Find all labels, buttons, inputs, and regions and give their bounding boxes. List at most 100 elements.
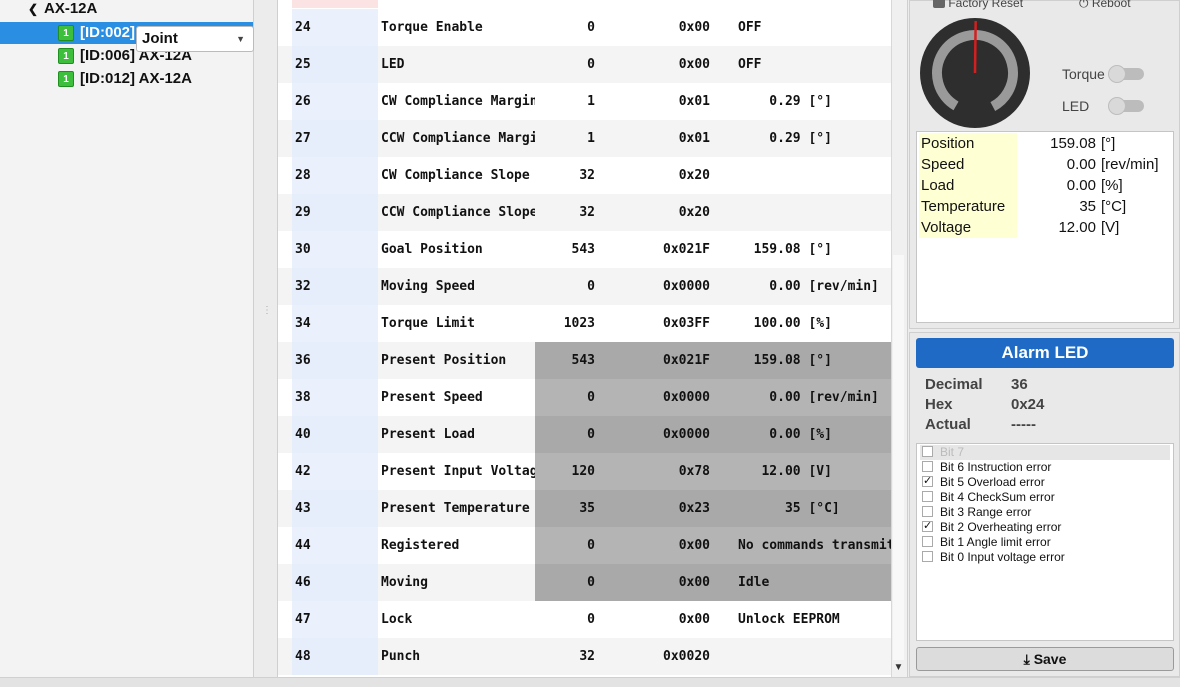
cell-decimal: 0 [587, 390, 595, 405]
alarm-bit-checkbox[interactable] [922, 506, 933, 517]
cell-hex: 0x0000 [663, 390, 710, 405]
tree-item-id012[interactable]: 1 [ID:012] AX-12A [0, 68, 253, 90]
cell-address: 44 [292, 527, 378, 564]
mode-select[interactable]: Joint ▼ [136, 26, 254, 52]
torque-toggle[interactable] [1108, 65, 1144, 83]
alarm-bit-row[interactable]: ✓ Bit 5 Overload error [920, 475, 1170, 490]
alarm-bit-checkbox[interactable] [922, 491, 933, 502]
scroll-down-arrow-icon[interactable]: ▼ [891, 660, 906, 675]
alarm-bit-checkbox[interactable] [922, 536, 933, 547]
table-row[interactable]: 34 Torque Limit 1023 0x03FF 100.00 [%] [278, 305, 893, 342]
alarm-bit-row[interactable]: Bit 0 Input voltage error [920, 550, 1170, 565]
download-icon: ⤓ [1023, 651, 1030, 667]
position-dial[interactable] [919, 17, 1031, 129]
alarm-bit-checkbox[interactable] [922, 461, 933, 472]
cell-actual: Idle [738, 575, 770, 590]
cell-decimal: 543 [571, 353, 595, 368]
status-row-voltage: Voltage 12.00 [V] [919, 217, 1173, 238]
table-row[interactable]: 38 Present Speed 0 0x0000 0.00 [rev/min] [278, 379, 893, 416]
cell-address: 24 [292, 9, 378, 46]
reboot-label: Reboot [1091, 0, 1131, 10]
status-key: Speed [919, 154, 1017, 175]
status-row-position: Position 159.08 [°] [919, 133, 1173, 154]
alarm-bit-label: Bit 3 Range error [940, 505, 1032, 519]
table-row[interactable]: 27 CCW Compliance Margin 1 0x01 0.29 [°] [278, 120, 893, 157]
table-row[interactable]: 32 Moving Speed 0 0x0000 0.00 [rev/min] [278, 268, 893, 305]
cell-actual: 0.00 [rev/min] [738, 279, 879, 294]
cell-name: CCW Compliance Slope [381, 205, 535, 220]
led-toggle[interactable] [1108, 97, 1144, 115]
cell-decimal: 0 [587, 20, 595, 35]
cell-name: Goal Position [381, 242, 483, 257]
table-row[interactable]: 48 Punch 32 0x0020 [278, 638, 893, 675]
tree-item-label: [ID:012] AX-12A [80, 70, 192, 87]
alarm-bit-row[interactable]: Bit 7 [920, 445, 1170, 460]
tree-group-ax12a[interactable]: ❮ AX-12A [28, 0, 228, 20]
status-unit: [rev/min] [1101, 156, 1159, 173]
alarm-bit-checkbox[interactable] [922, 446, 933, 457]
factory-reset-icon [933, 0, 945, 8]
chevron-down-icon[interactable]: ❮ [28, 0, 38, 20]
alarm-bit-row[interactable]: ✓ Bit 2 Overheating error [920, 520, 1170, 535]
status-value: 0.00 [1066, 156, 1096, 173]
cell-actual: 12.00 [V] [738, 464, 832, 479]
chevron-down-icon: ▼ [236, 34, 245, 44]
cell-actual: No commands transmit… [738, 538, 893, 553]
cell-actual: 0.29 [°] [738, 94, 832, 109]
cell-actual: 0.00 [%] [738, 427, 832, 442]
alarm-bit-row[interactable]: Bit 4 CheckSum error [920, 490, 1170, 505]
table-row[interactable]: 30 Goal Position 543 0x021F 159.08 [°] [278, 231, 893, 268]
cell-actual: 0.29 [°] [738, 131, 832, 146]
cell-name: CW Compliance Slope [381, 168, 530, 183]
cell-hex: 0x00 [678, 20, 710, 35]
table-row[interactable]: 46 Moving 0 0x00 Idle [278, 564, 893, 601]
alarm-bit-row[interactable]: Bit 1 Angle limit error [920, 535, 1170, 550]
table-row[interactable]: 25 LED 0 0x00 OFF [278, 46, 893, 83]
table-row[interactable]: 36 Present Position 543 0x021F 159.08 [°] [278, 342, 893, 379]
cell-address: 43 [292, 490, 378, 527]
table-row[interactable]: 43 Present Temperature 35 0x23 35 [°C] [278, 490, 893, 527]
cell-address: 27 [292, 120, 378, 157]
status-row-temperature: Temperature 35 [°C] [919, 196, 1173, 217]
status-row-speed: Speed 0.00 [rev/min] [919, 154, 1173, 175]
alarm-bit-label: Bit 2 Overheating error [940, 520, 1062, 534]
status-value: 159.08 [1050, 135, 1096, 152]
table-row[interactable]: 40 Present Load 0 0x0000 0.00 [%] [278, 416, 893, 453]
panel-splitter-handle[interactable]: ⋮ [262, 305, 272, 325]
torque-label: Torque [1062, 66, 1105, 82]
alarm-bit-checkbox[interactable]: ✓ [922, 521, 933, 532]
cell-decimal: 32 [579, 205, 595, 220]
cell-actual: 0.00 [rev/min] [738, 390, 879, 405]
cell-hex: 0x20 [678, 168, 710, 183]
status-unit: [%] [1101, 177, 1123, 194]
alarm-bit-checkbox[interactable] [922, 551, 933, 562]
cell-address: 30 [292, 231, 378, 268]
table-row[interactable]: 47 Lock 0 0x00 Unlock EEPROM [278, 601, 893, 638]
table-row[interactable]: 42 Present Input Voltage 120 0x78 12.00 [V] [278, 453, 893, 490]
cell-address: 25 [292, 46, 378, 83]
cell-actual: 100.00 [%] [738, 316, 832, 331]
cell-address: 46 [292, 564, 378, 601]
cell-decimal: 32 [579, 649, 595, 664]
cell-decimal: 0 [587, 427, 595, 442]
table-row[interactable]: 26 CW Compliance Margin 1 0x01 0.29 [°] [278, 83, 893, 120]
alarm-actual-label: Actual [925, 416, 971, 433]
table-row[interactable]: 44 Registered 0 0x00 No commands transmit… [278, 527, 893, 564]
alarm-bit-row[interactable]: Bit 3 Range error [920, 505, 1170, 520]
status-value: 35 [1079, 198, 1096, 215]
table-row[interactable]: 24 Torque Enable 0 0x00 OFF [278, 9, 893, 46]
alarm-bit-checkbox[interactable]: ✓ [922, 476, 933, 487]
scrollbar-thumb[interactable] [893, 255, 904, 660]
cell-address: 26 [292, 83, 378, 120]
factory-reset-button[interactable]: Factory Reset [933, 0, 1023, 10]
table-row[interactable]: 28 CW Compliance Slope 32 0x20 [278, 157, 893, 194]
cell-hex: 0x0000 [663, 427, 710, 442]
alarm-bit-row[interactable]: Bit 6 Instruction error [920, 460, 1170, 475]
cell-name: Present Temperature [381, 501, 530, 516]
save-button[interactable]: ⤓ Save [916, 647, 1174, 671]
cell-name: Present Load [381, 427, 475, 442]
alarm-actual-value: ----- [1011, 416, 1036, 433]
table-row[interactable]: 29 CCW Compliance Slope 32 0x20 [278, 194, 893, 231]
cell-decimal: 0 [587, 538, 595, 553]
reboot-button[interactable]: ⏻ Reboot [1079, 0, 1131, 11]
